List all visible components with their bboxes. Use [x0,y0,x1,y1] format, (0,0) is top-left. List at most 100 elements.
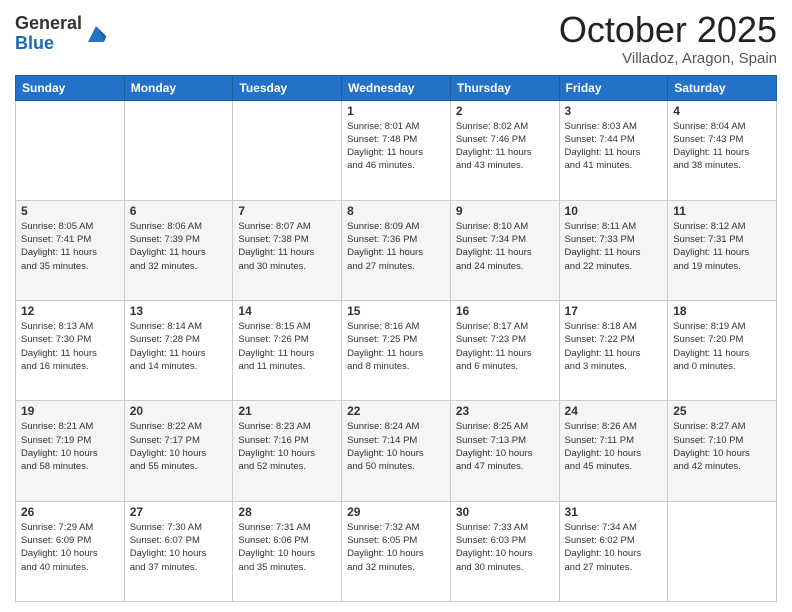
day-cell-4-6 [668,501,777,601]
day-cell-4-5: 31 Sunrise: 7:34 AM Sunset: 6:02 PM Dayli… [559,501,668,601]
day-info: Sunrise: 8:11 AM Sunset: 7:33 PM Dayligh… [565,220,663,273]
day-cell-0-5: 3Sunrise: 8:03 AM Sunset: 7:44 PM Daylig… [559,100,668,200]
calendar-page: General Blue October 2025 Villadoz, Arag… [0,0,792,612]
week-row-3: 12 Sunrise: 8:13 AM Sunset: 7:30 PM Dayli… [16,301,777,401]
day-info: Sunrise: 8:21 AM Sunset: 7:19 PM Dayligh… [21,420,119,473]
col-monday: Monday [124,75,233,100]
day-number: 25 [673,404,771,418]
week-row-2: 5 Sunrise: 8:05 AM Sunset: 7:41 PM Daylig… [16,200,777,300]
day-info: Sunrise: 8:23 AM Sunset: 7:16 PM Dayligh… [238,420,336,473]
day-number: 14 [238,304,336,318]
day-number: 15 [347,304,445,318]
day-cell-3-2: 21 Sunrise: 8:23 AM Sunset: 7:16 PM Dayli… [233,401,342,501]
col-thursday: Thursday [450,75,559,100]
day-number: 11 [673,204,771,218]
day-cell-1-4: 9 Sunrise: 8:10 AM Sunset: 7:34 PM Daylig… [450,200,559,300]
day-info: Sunrise: 7:29 AM Sunset: 6:09 PM Dayligh… [21,521,119,574]
title-block: October 2025 Villadoz, Aragon, Spain [559,10,777,67]
location: Villadoz, Aragon, Spain [559,50,777,67]
day-number: 27 [130,505,228,519]
day-info: Sunrise: 8:06 AM Sunset: 7:39 PM Dayligh… [130,220,228,273]
day-cell-0-0 [16,100,125,200]
week-row-1: 1 Sunrise: 8:01 AM Sunset: 7:48 PM Daylig… [16,100,777,200]
day-number: 21 [238,404,336,418]
day-number: 22 [347,404,445,418]
logo-icon [84,22,108,46]
day-number: 2 [456,104,554,118]
day-info: Sunrise: 8:10 AM Sunset: 7:34 PM Dayligh… [456,220,554,273]
day-cell-3-0: 19Sunrise: 8:21 AM Sunset: 7:19 PM Dayli… [16,401,125,501]
day-number: 26 [21,505,119,519]
day-number: 9 [456,204,554,218]
day-number: 4 [673,104,771,118]
day-cell-4-1: 27Sunrise: 7:30 AM Sunset: 6:07 PM Dayli… [124,501,233,601]
day-info: Sunrise: 8:05 AM Sunset: 7:41 PM Dayligh… [21,220,119,273]
day-number: 16 [456,304,554,318]
day-cell-3-4: 23Sunrise: 8:25 AM Sunset: 7:13 PM Dayli… [450,401,559,501]
day-info: Sunrise: 7:31 AM Sunset: 6:06 PM Dayligh… [238,521,336,574]
day-info: Sunrise: 8:27 AM Sunset: 7:10 PM Dayligh… [673,420,771,473]
day-info: Sunrise: 8:09 AM Sunset: 7:36 PM Dayligh… [347,220,445,273]
day-cell-0-2 [233,100,342,200]
day-number: 31 [565,505,663,519]
logo-general-text: General [15,13,82,33]
day-number: 29 [347,505,445,519]
day-cell-1-0: 5 Sunrise: 8:05 AM Sunset: 7:41 PM Daylig… [16,200,125,300]
day-info: Sunrise: 8:17 AM Sunset: 7:23 PM Dayligh… [456,320,554,373]
week-row-5: 26 Sunrise: 7:29 AM Sunset: 6:09 PM Dayli… [16,501,777,601]
day-cell-4-4: 30 Sunrise: 7:33 AM Sunset: 6:03 PM Dayli… [450,501,559,601]
day-number: 13 [130,304,228,318]
day-cell-4-3: 29 Sunrise: 7:32 AM Sunset: 6:05 PM Dayli… [342,501,451,601]
day-number: 5 [21,204,119,218]
day-cell-3-5: 24 Sunrise: 8:26 AM Sunset: 7:11 PM Dayli… [559,401,668,501]
day-info: Sunrise: 8:14 AM Sunset: 7:28 PM Dayligh… [130,320,228,373]
header: General Blue October 2025 Villadoz, Arag… [15,10,777,67]
day-number: 3 [565,104,663,118]
day-number: 10 [565,204,663,218]
day-number: 24 [565,404,663,418]
day-info: Sunrise: 8:01 AM Sunset: 7:48 PM Dayligh… [347,120,445,173]
day-cell-1-2: 7 Sunrise: 8:07 AM Sunset: 7:38 PM Daylig… [233,200,342,300]
day-info: Sunrise: 7:34 AM Sunset: 6:02 PM Dayligh… [565,521,663,574]
day-info: Sunrise: 8:22 AM Sunset: 7:17 PM Dayligh… [130,420,228,473]
day-cell-0-6: 4 Sunrise: 8:04 AM Sunset: 7:43 PM Daylig… [668,100,777,200]
calendar-table: Sunday Monday Tuesday Wednesday Thursday… [15,75,777,602]
day-info: Sunrise: 8:19 AM Sunset: 7:20 PM Dayligh… [673,320,771,373]
day-number: 8 [347,204,445,218]
month-title: October 2025 [559,10,777,50]
day-number: 7 [238,204,336,218]
day-cell-1-6: 11Sunrise: 8:12 AM Sunset: 7:31 PM Dayli… [668,200,777,300]
day-cell-1-5: 10 Sunrise: 8:11 AM Sunset: 7:33 PM Dayli… [559,200,668,300]
col-saturday: Saturday [668,75,777,100]
day-info: Sunrise: 7:32 AM Sunset: 6:05 PM Dayligh… [347,521,445,574]
day-cell-4-0: 26 Sunrise: 7:29 AM Sunset: 6:09 PM Dayli… [16,501,125,601]
day-info: Sunrise: 7:33 AM Sunset: 6:03 PM Dayligh… [456,521,554,574]
day-info: Sunrise: 8:26 AM Sunset: 7:11 PM Dayligh… [565,420,663,473]
week-row-4: 19Sunrise: 8:21 AM Sunset: 7:19 PM Dayli… [16,401,777,501]
day-cell-3-3: 22 Sunrise: 8:24 AM Sunset: 7:14 PM Dayli… [342,401,451,501]
day-info: Sunrise: 8:15 AM Sunset: 7:26 PM Dayligh… [238,320,336,373]
day-number: 17 [565,304,663,318]
day-info: Sunrise: 8:24 AM Sunset: 7:14 PM Dayligh… [347,420,445,473]
day-number: 1 [347,104,445,118]
day-cell-2-1: 13 Sunrise: 8:14 AM Sunset: 7:28 PM Dayli… [124,301,233,401]
calendar-header-row: Sunday Monday Tuesday Wednesday Thursday… [16,75,777,100]
day-number: 28 [238,505,336,519]
col-friday: Friday [559,75,668,100]
day-cell-0-3: 1 Sunrise: 8:01 AM Sunset: 7:48 PM Daylig… [342,100,451,200]
day-number: 12 [21,304,119,318]
col-wednesday: Wednesday [342,75,451,100]
day-number: 30 [456,505,554,519]
day-info: Sunrise: 8:13 AM Sunset: 7:30 PM Dayligh… [21,320,119,373]
day-cell-2-2: 14 Sunrise: 8:15 AM Sunset: 7:26 PM Dayli… [233,301,342,401]
day-cell-2-5: 17Sunrise: 8:18 AM Sunset: 7:22 PM Dayli… [559,301,668,401]
day-info: Sunrise: 8:25 AM Sunset: 7:13 PM Dayligh… [456,420,554,473]
day-number: 20 [130,404,228,418]
col-sunday: Sunday [16,75,125,100]
day-info: Sunrise: 8:04 AM Sunset: 7:43 PM Dayligh… [673,120,771,173]
day-cell-1-1: 6Sunrise: 8:06 AM Sunset: 7:39 PM Daylig… [124,200,233,300]
day-info: Sunrise: 8:02 AM Sunset: 7:46 PM Dayligh… [456,120,554,173]
day-info: Sunrise: 8:07 AM Sunset: 7:38 PM Dayligh… [238,220,336,273]
day-cell-3-1: 20 Sunrise: 8:22 AM Sunset: 7:17 PM Dayli… [124,401,233,501]
day-cell-2-6: 18Sunrise: 8:19 AM Sunset: 7:20 PM Dayli… [668,301,777,401]
